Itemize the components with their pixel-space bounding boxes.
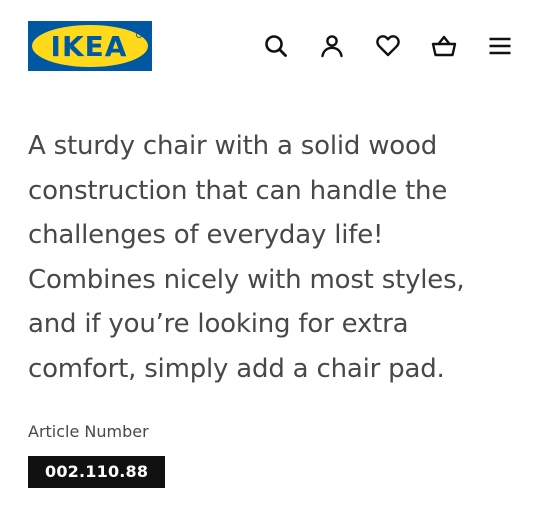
basket-icon xyxy=(431,35,457,57)
product-description: A sturdy chair with a solid wood constru… xyxy=(28,131,465,384)
search-button[interactable] xyxy=(263,33,289,59)
site-header: IKEA xyxy=(0,0,540,90)
ikea-logo[interactable]: IKEA xyxy=(28,21,152,71)
logo-text: IKEA xyxy=(51,30,128,63)
header-icon-bar xyxy=(263,33,513,59)
profile-icon xyxy=(321,35,343,58)
heart-icon xyxy=(376,35,400,57)
profile-button[interactable] xyxy=(319,33,345,59)
article-number-badge: 002.110.88 xyxy=(28,456,166,488)
favourites-button[interactable] xyxy=(375,33,401,59)
ikea-logo-mark: IKEA xyxy=(28,21,152,71)
article-number-label: Article Number xyxy=(28,422,149,441)
shopping-bag-button[interactable] xyxy=(431,33,457,59)
menu-button[interactable] xyxy=(487,33,513,59)
search-icon xyxy=(265,35,287,57)
menu-icon xyxy=(489,37,511,55)
